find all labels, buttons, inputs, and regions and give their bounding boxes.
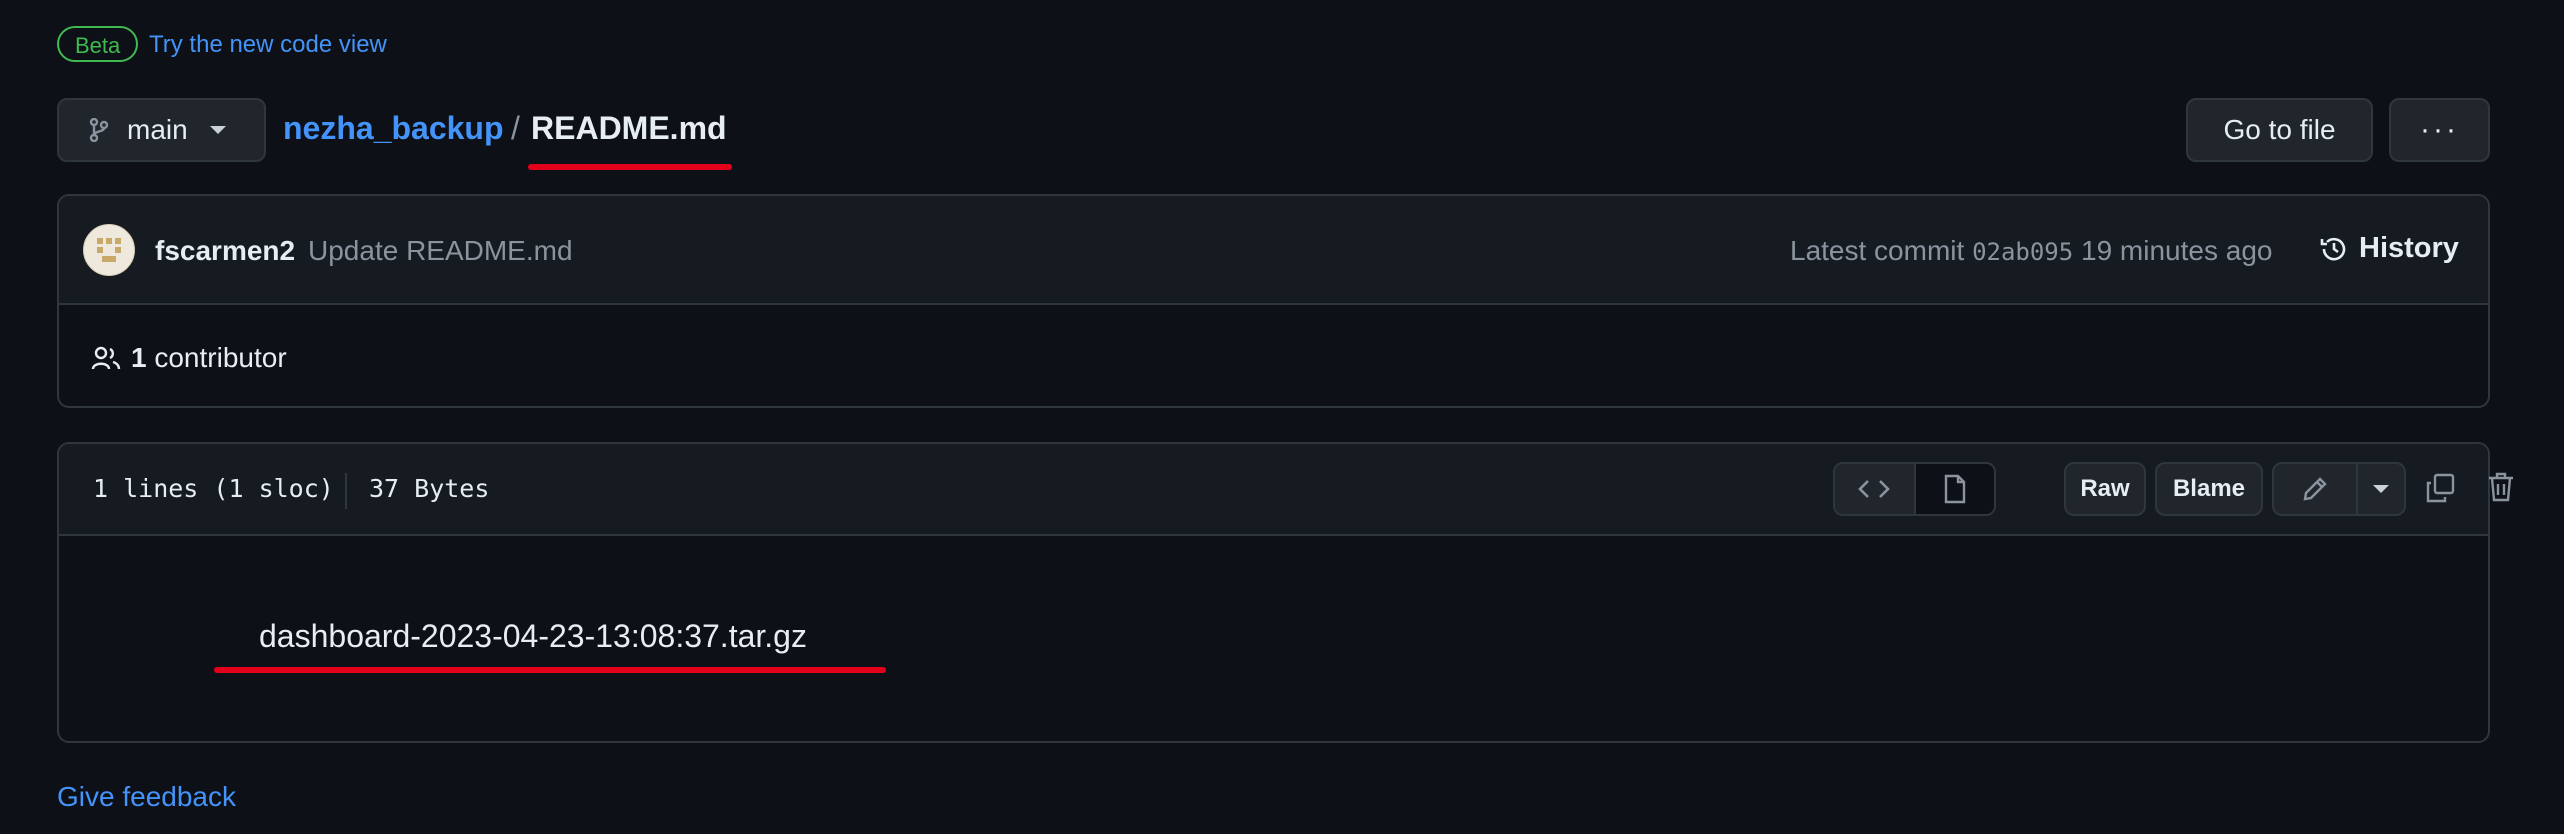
- file-size: 37 Bytes: [369, 474, 490, 503]
- code-view-button[interactable]: [1835, 464, 1916, 514]
- delete-button[interactable]: [2487, 471, 2515, 503]
- commit-time: 19 minutes ago: [2081, 235, 2273, 266]
- trash-icon: [2487, 471, 2515, 503]
- latest-commit-label: Latest commit: [1790, 235, 1965, 266]
- annotation-underline-filename: [528, 164, 732, 170]
- blame-button[interactable]: Blame: [2155, 462, 2263, 516]
- chevron-down-icon: [209, 126, 226, 134]
- chevron-down-icon: [2373, 485, 2389, 493]
- file-panel: 1 lines (1 sloc) 37 Bytes Raw Blame dash…: [57, 442, 2513, 743]
- history-button[interactable]: History: [2319, 232, 2459, 265]
- commit-sha[interactable]: 02ab095: [1972, 238, 2073, 266]
- file-header: 1 lines (1 sloc) 37 Bytes Raw Blame: [59, 444, 2513, 536]
- file-lines-info: 1 lines (1 sloc): [93, 474, 334, 503]
- copy-button[interactable]: [2424, 472, 2456, 504]
- contributor-label: contributor: [154, 342, 287, 373]
- code-icon: [1858, 478, 1891, 500]
- more-options-button[interactable]: ···: [2389, 98, 2490, 162]
- annotation-underline-content: [214, 667, 886, 673]
- commit-message[interactable]: Update README.md: [308, 235, 573, 267]
- edit-button[interactable]: [2274, 464, 2358, 514]
- give-feedback-link[interactable]: Give feedback: [57, 781, 236, 813]
- go-to-file-button[interactable]: Go to file: [2186, 98, 2373, 162]
- pencil-icon: [2301, 475, 2329, 503]
- raw-button[interactable]: Raw: [2064, 462, 2146, 516]
- file-content-text: dashboard-2023-04-23-13:08:37.tar.gz: [259, 618, 807, 654]
- try-new-code-view-link[interactable]: Try the new code view: [149, 31, 387, 59]
- edit-dropdown-button[interactable]: [2358, 464, 2404, 514]
- breadcrumb-file-name: README.md: [531, 110, 727, 146]
- people-icon: [91, 345, 121, 371]
- history-icon: [2319, 234, 2349, 264]
- edit-button-group: [2272, 462, 2406, 516]
- contributor-count: 1: [131, 342, 147, 373]
- branch-name: main: [127, 114, 188, 145]
- git-branch-icon: [89, 118, 109, 142]
- commit-panel: fscarmen2 Update README.md Latest commit…: [57, 194, 2490, 408]
- divider: [345, 473, 347, 509]
- latest-commit-header: fscarmen2 Update README.md Latest commit…: [59, 196, 2488, 305]
- breadcrumb-repo-link[interactable]: nezha_backup: [283, 110, 504, 147]
- copy-icon: [2424, 472, 2456, 504]
- file-icon: [1943, 474, 1967, 504]
- branch-select-button[interactable]: main: [57, 98, 266, 162]
- beta-badge: Beta: [57, 26, 139, 62]
- contributors-link[interactable]: 1 contributor: [91, 342, 287, 374]
- commit-author[interactable]: fscarmen2: [155, 235, 295, 267]
- avatar[interactable]: [83, 224, 135, 276]
- preview-view-button[interactable]: [1915, 464, 1994, 514]
- history-label: History: [2359, 232, 2459, 264]
- breadcrumb-separator: /: [511, 110, 520, 146]
- view-toggle-group: [1833, 462, 1996, 516]
- latest-commit-info: Latest commit 02ab095 19 minutes ago: [1790, 235, 2272, 267]
